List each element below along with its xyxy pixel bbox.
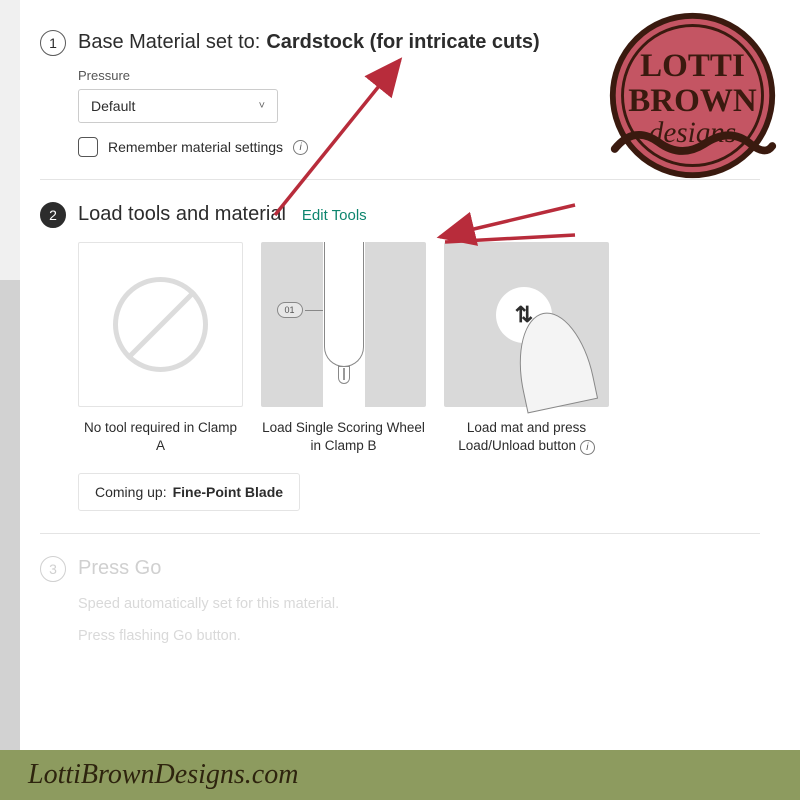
lotti-brown-logo: LOTTI BROWN designs bbox=[605, 8, 780, 183]
scoring-wheel-badge: 01 bbox=[277, 302, 303, 318]
clamp-b-caption: Load Single Scoring Wheel in Clamp B bbox=[261, 419, 426, 455]
step-2-title-text: Load tools and material bbox=[78, 203, 286, 226]
website-bar: LottiBrownDesigns.com bbox=[0, 750, 800, 800]
clamp-a-image bbox=[78, 242, 243, 407]
svg-text:BROWN: BROWN bbox=[628, 83, 757, 119]
pressure-select[interactable]: Default ˅ bbox=[78, 89, 278, 123]
load-mat-caption-text: Load mat and press Load/Unload button bbox=[458, 420, 586, 453]
load-mat-image: ⇅ bbox=[444, 242, 609, 407]
step-1-number: 1 bbox=[40, 30, 66, 56]
step-3-title: Press Go bbox=[78, 557, 161, 580]
coming-up-prefix: Coming up: bbox=[95, 484, 167, 500]
remember-settings-checkbox[interactable] bbox=[78, 137, 98, 157]
coming-up-value: Fine-Point Blade bbox=[173, 484, 283, 500]
step-3-line-1: Speed automatically set for this materia… bbox=[78, 596, 780, 612]
clamp-b-image: 01 bbox=[261, 242, 426, 407]
pressure-value: Default bbox=[91, 98, 135, 114]
step-3-line-2: Press flashing Go button. bbox=[78, 628, 780, 644]
coming-up-pill: Coming up: Fine-Point Blade bbox=[78, 473, 300, 511]
website-url: LottiBrownDesigns.com bbox=[28, 759, 298, 791]
svg-text:LOTTI: LOTTI bbox=[640, 48, 745, 84]
step-2-number: 2 bbox=[40, 202, 66, 228]
info-icon[interactable]: i bbox=[580, 440, 595, 455]
step-3-number: 3 bbox=[40, 556, 66, 582]
info-icon[interactable]: i bbox=[293, 140, 308, 155]
step-2-header: 2 Load tools and material Edit Tools bbox=[40, 202, 780, 228]
tool-cards: No tool required in Clamp A 01 Load Sing… bbox=[78, 242, 780, 455]
step-3-header: 3 Press Go bbox=[40, 556, 780, 582]
no-tool-icon bbox=[113, 277, 208, 372]
load-mat-caption: Load mat and press Load/Unload button i bbox=[444, 419, 609, 455]
remember-settings-label: Remember material settings bbox=[108, 139, 283, 155]
chevron-down-icon: ˅ bbox=[259, 100, 265, 112]
clamp-a-caption: No tool required in Clamp A bbox=[78, 419, 243, 455]
svg-text:designs: designs bbox=[649, 117, 736, 149]
left-panel-dark bbox=[0, 280, 20, 800]
step-1-title: Base Material set to: Cardstock (for int… bbox=[78, 31, 540, 54]
step-1-prefix: Base Material set to: bbox=[78, 31, 260, 54]
step-2-title: Load tools and material Edit Tools bbox=[78, 203, 367, 226]
tool-card-clamp-b: 01 Load Single Scoring Wheel in Clamp B bbox=[261, 242, 426, 455]
tool-card-load-mat: ⇅ Load mat and press Load/Unload button … bbox=[444, 242, 609, 455]
scoring-wheel-icon: 01 bbox=[323, 242, 365, 407]
tool-card-clamp-a: No tool required in Clamp A bbox=[78, 242, 243, 455]
divider-2 bbox=[40, 533, 760, 534]
edit-tools-link[interactable]: Edit Tools bbox=[302, 207, 367, 224]
step-1-material: Cardstock (for intricate cuts) bbox=[266, 31, 539, 54]
load-button-icon: ⇅ bbox=[444, 242, 609, 407]
left-panel-sliver bbox=[0, 0, 20, 800]
